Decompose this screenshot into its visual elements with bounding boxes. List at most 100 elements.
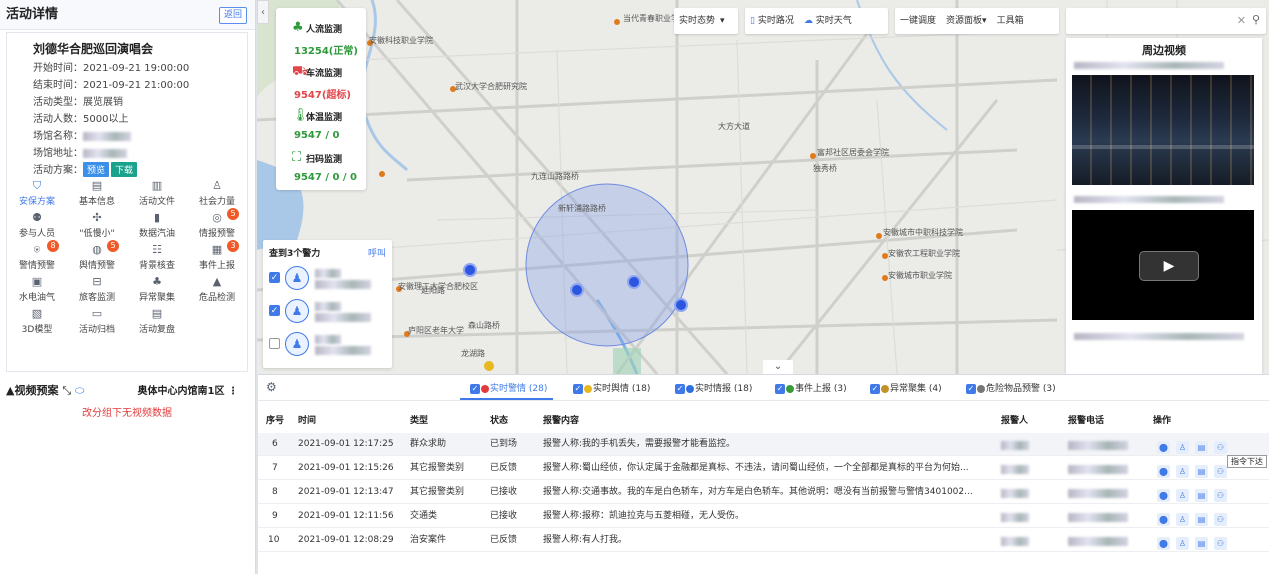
command-icon[interactable]: ⚇ (1214, 465, 1227, 478)
cell-type: 其它报警类别 (410, 487, 465, 497)
detail-doc-icon[interactable]: ▤ (1195, 465, 1208, 478)
command-icon[interactable]: ⚇ (1214, 537, 1227, 550)
play-icon[interactable]: ▶ (1139, 251, 1199, 281)
location-icon[interactable]: ⬤ (1157, 489, 1170, 502)
grid-item-14[interactable]: ⊟ 旅客监测 (67, 276, 127, 304)
poi-marker[interactable] (484, 361, 494, 371)
grid-item-5[interactable]: ⚉ 参与人员 (7, 212, 67, 240)
location-icon[interactable]: ⬤ (1157, 513, 1170, 526)
realtime-situation-menu[interactable]: 实时态势 ▾ (674, 8, 738, 34)
detail-doc-icon[interactable]: ▤ (1195, 537, 1208, 550)
location-icon[interactable]: ⬤ (1157, 441, 1170, 454)
download-button[interactable]: 下载 (111, 162, 138, 177)
table-row[interactable]: 10 2021-09-01 12:08:29 治安案件 已反馈 报警人称:有人打我。 ⬤ ♙… (258, 529, 1269, 552)
dispatch-person-icon[interactable]: ♙ (1176, 489, 1189, 502)
police-marker[interactable] (570, 283, 584, 297)
police-checkbox[interactable] (269, 338, 280, 349)
expand-table-toggle[interactable]: ⌄ (763, 360, 793, 374)
command-icon[interactable]: ⚇ (1214, 441, 1227, 454)
grid-item-9[interactable]: ⍟ 警情预警 8 (7, 240, 67, 271)
table-row[interactable]: 8 2021-09-01 12:13:47 其它报警类别 已接收 报警人称:交通事故。我… (258, 481, 1269, 504)
venue-selector[interactable]: 奥体中心内馆南1区 ⋮ (138, 382, 238, 397)
grid-item-18[interactable]: ▭ 活动归档 (67, 308, 127, 336)
people-icon: ♣ (292, 20, 304, 35)
expand-icon[interactable]: ⤡ (62, 384, 71, 397)
map-place-label: 新轩浦路路桥 (558, 204, 606, 213)
police-marker[interactable] (674, 298, 688, 312)
loop-icon[interactable]: ⬭ (75, 384, 84, 397)
tab-4[interactable]: ✓ 事件上报 (3) (775, 381, 847, 394)
dispatch-person-icon[interactable]: ♙ (1176, 513, 1189, 526)
police-item[interactable]: ✓ ♟ (269, 264, 389, 292)
tab-3[interactable]: ✓ 实时情报 (18) (675, 381, 752, 394)
grid-item-3[interactable]: ▥ 活动文件 (127, 180, 187, 208)
police-marker[interactable] (627, 275, 641, 289)
search-box[interactable]: ✕ ⚲ (1066, 8, 1266, 34)
police-item[interactable]: ♟ (269, 330, 389, 358)
dispatch-button[interactable]: 一键调度 (895, 16, 941, 26)
grid-item-13[interactable]: ▣ 水电油气 (7, 276, 67, 304)
grid-item-7[interactable]: ▮ 数据汽油 (127, 212, 187, 240)
tab-checkbox[interactable]: ✓ (870, 383, 880, 394)
resource-panel-menu[interactable]: 资源面板▾ (941, 16, 992, 26)
toolbox-button[interactable]: 工具箱 (992, 16, 1029, 26)
cell-status: 已反馈 (490, 463, 518, 473)
tab-6[interactable]: ✓ 危险物品预警 (3) (966, 381, 1056, 394)
grid-item-12[interactable]: ▦ 事件上报 3 (187, 240, 247, 271)
tab-1[interactable]: ✓ 实时警情 (28) (470, 381, 547, 394)
police-checkbox[interactable]: ✓ (269, 305, 280, 316)
call-button[interactable]: 呼叫 (368, 246, 386, 259)
grid-item-4[interactable]: ♙ 社会力量 (187, 180, 247, 208)
grid-item-11[interactable]: ☷ 背景核查 (127, 244, 187, 272)
event-people-row: 活动人数：5000以上 (33, 110, 128, 125)
video-player[interactable]: ▶ (1072, 210, 1254, 320)
police-item[interactable]: ✓ ♟ (269, 297, 389, 325)
grid-item-19[interactable]: ▤ 活动复盘 (127, 308, 187, 336)
weather-button[interactable]: ☁ 实时天气 (799, 16, 857, 26)
map-place-label: 九连山路路桥 (531, 172, 579, 181)
grid-item-1[interactable]: ⛉ 安保方案 (7, 180, 67, 208)
grid-item-17[interactable]: ▧ 3D模型 (7, 308, 67, 336)
grid-item-16[interactable]: ▲ 危品检测 (187, 276, 247, 304)
tab-2[interactable]: ✓ 实时舆情 (18) (573, 381, 650, 394)
tab-checkbox[interactable]: ✓ (675, 383, 685, 394)
clear-icon[interactable]: ✕ (1237, 14, 1246, 27)
dispatch-person-icon[interactable]: ♙ (1176, 537, 1189, 550)
collapse-panel-toggle[interactable]: ‹ (257, 0, 269, 24)
detail-doc-icon[interactable]: ▤ (1195, 441, 1208, 454)
grid-item-15[interactable]: ♣ 异常聚集 (127, 276, 187, 304)
settings-icon[interactable]: ⚙ (266, 380, 277, 394)
tab-checkbox[interactable]: ✓ (470, 383, 480, 394)
grid-item-2[interactable]: ▤ 基本信息 (67, 180, 127, 208)
preview-button[interactable]: 预览 (83, 162, 110, 177)
detail-doc-icon[interactable]: ▤ (1195, 489, 1208, 502)
tab-checkbox[interactable]: ✓ (573, 383, 583, 394)
road-button[interactable]: ▯ 实时路况 (745, 16, 799, 26)
grid-item-10[interactable]: ◍ 舆情预警 5 (67, 240, 127, 271)
tab-checkbox[interactable]: ✓ (775, 383, 785, 394)
dispatch-person-icon[interactable]: ♙ (1176, 465, 1189, 478)
more-icon[interactable]: ⋮ (228, 386, 238, 397)
table-row[interactable]: 7 2021-09-01 12:15:26 其它报警类别 已反馈 报警人称:蜀山经侦，你… (258, 457, 1269, 480)
search-icon[interactable]: ⚲ (1252, 13, 1260, 26)
field-label: 结束时间： (33, 80, 83, 91)
nearby-video-panel: 周边视频 ▶ (1066, 38, 1262, 374)
police-marker[interactable] (463, 263, 477, 277)
location-icon[interactable]: ⬤ (1157, 465, 1170, 478)
detail-doc-icon[interactable]: ▤ (1195, 513, 1208, 526)
police-checkbox[interactable]: ✓ (269, 272, 280, 283)
tab-checkbox[interactable]: ✓ (966, 383, 976, 394)
event-coverage-area[interactable] (525, 183, 689, 347)
grid-item-6[interactable]: ✣ "低慢小" (67, 212, 127, 240)
video-thumbnail[interactable] (1072, 75, 1254, 185)
grid-item-8[interactable]: ◎ 情报预警 5 (187, 208, 247, 239)
back-button[interactable]: 返回 (218, 7, 247, 24)
tab-5[interactable]: ✓ 异常聚集 (4) (870, 381, 942, 394)
table-row[interactable]: 9 2021-09-01 12:11:56 交通类 已接收 报警人称:报称：凯迪拉克与五… (258, 505, 1269, 528)
search-input[interactable] (1070, 11, 1220, 31)
command-icon[interactable]: ⚇ (1214, 489, 1227, 502)
command-icon[interactable]: ⚇ (1214, 513, 1227, 526)
dispatch-person-icon[interactable]: ♙ (1176, 441, 1189, 454)
table-row[interactable]: 6 2021-09-01 12:17:25 群众求助 已到场 报警人称:我的手机丢失，需… (258, 433, 1269, 456)
location-icon[interactable]: ⬤ (1157, 537, 1170, 550)
